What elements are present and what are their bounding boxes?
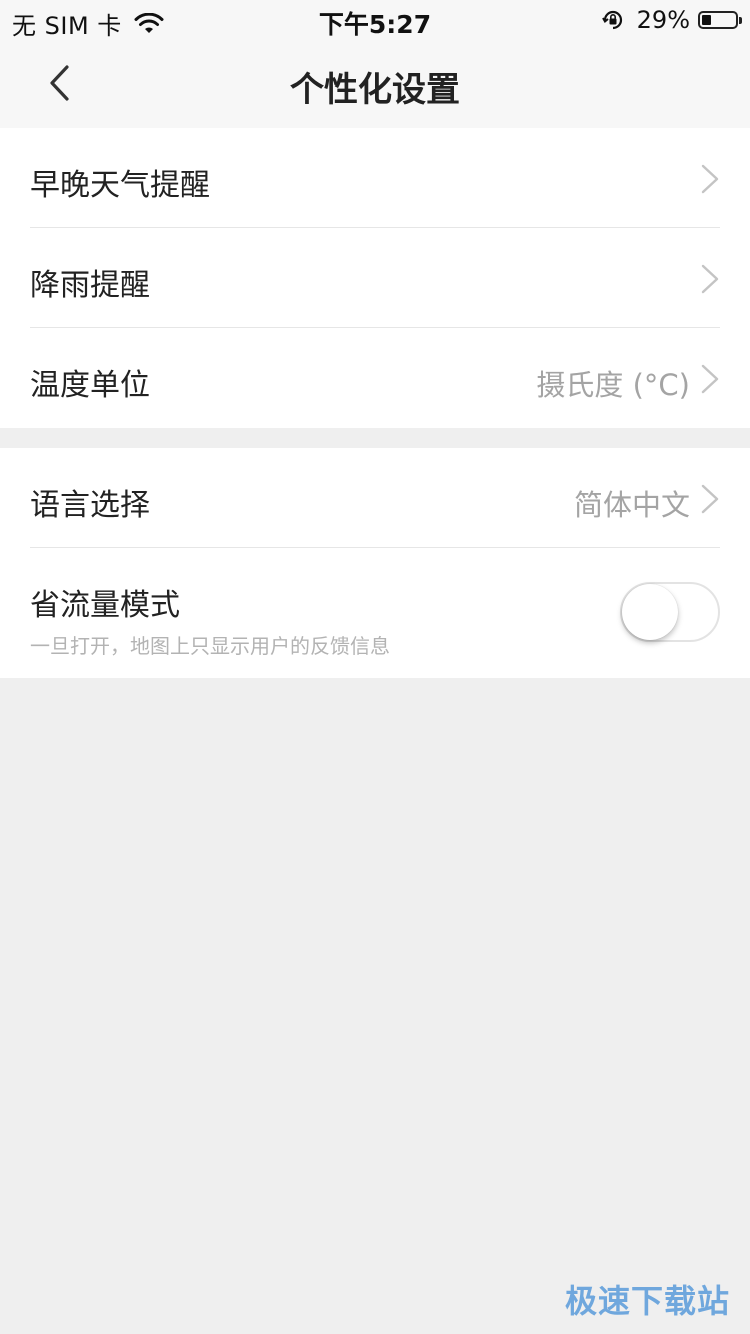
nav-bar: 个性化设置 [0,40,750,128]
row-label: 语言选择 [30,488,150,523]
chevron-right-icon [700,264,720,294]
watermark: 极速下载站 [564,1282,730,1320]
settings-group-1: 早晚天气提醒 降雨提醒 温度单位 摄氏度 (°C) [0,128,750,428]
language-row[interactable]: 语言选择 简体中文 [30,448,720,548]
page-title: 个性化设置 [290,70,460,110]
toggle-knob [622,584,678,640]
battery-fill [702,15,711,25]
settings-group-2: 语言选择 简体中文 省流量模式 一旦打开，地图上只显示用户的反馈信息 [0,448,750,678]
row-value: 简体中文 [573,488,690,522]
rotation-lock-icon [601,8,625,32]
row-label: 早晚天气提醒 [30,168,210,203]
chevron-right-icon [700,364,720,394]
data-saver-toggle[interactable] [620,582,720,642]
status-right: 29% [601,6,742,34]
row-label: 温度单位 [30,368,150,403]
temperature-unit-row[interactable]: 温度单位 摄氏度 (°C) [30,328,720,428]
weather-reminder-row[interactable]: 早晚天气提醒 [30,128,720,228]
battery-percent: 29% [636,6,690,34]
row-label: 降雨提醒 [30,268,150,303]
data-saver-row: 省流量模式 一旦打开，地图上只显示用户的反馈信息 [30,548,720,678]
rain-reminder-row[interactable]: 降雨提醒 [30,228,720,328]
chevron-right-icon [700,164,720,194]
row-label: 省流量模式 [30,588,180,623]
chevron-right-icon [700,484,720,514]
row-subtitle: 一旦打开，地图上只显示用户的反馈信息 [30,634,390,658]
status-bar: 无 SIM 卡 下午5:27 29% [0,0,750,40]
battery-icon [698,11,742,29]
row-value: 摄氏度 (°C) [536,368,690,402]
